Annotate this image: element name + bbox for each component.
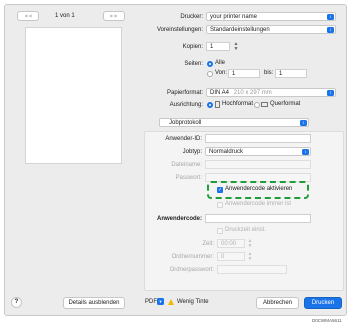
hide-details-button[interactable]: Details ausblenden — [63, 297, 125, 309]
pdf-menu-button[interactable]: ▾ — [157, 298, 164, 305]
presets-value: Standardeinstellungen — [210, 27, 270, 33]
job-type-value: Normaldruck — [209, 149, 244, 155]
cancel-button[interactable]: Abbrechen — [256, 297, 299, 309]
folder-number-label: Ordnernummer: — [171, 254, 214, 260]
chevron-updown-icon: ↕ — [327, 90, 334, 96]
landscape-icon — [261, 102, 268, 107]
chevron-updown-icon: ↕ — [302, 149, 309, 155]
time-stepper[interactable]: ▲ ▼ — [247, 239, 253, 249]
time-input[interactable]: 00:00 — [217, 239, 245, 248]
pages-to-input[interactable]: 1 — [275, 69, 307, 78]
figure-code: D0CWMA5611 — [312, 318, 342, 323]
orientation-portrait-radio[interactable] — [207, 102, 213, 108]
printer-label: Drucker: — [180, 14, 203, 20]
copies-label: Kopien: — [182, 44, 203, 50]
presets-select[interactable]: Standardeinstellungen ↕ — [206, 25, 336, 34]
pdf-label: PDF — [145, 299, 157, 305]
pages-range-radio[interactable] — [207, 71, 213, 77]
chevron-updown-icon: ↕ — [327, 27, 334, 33]
file-name-label: Dateiname: — [171, 162, 202, 168]
folder-password-input[interactable] — [217, 265, 287, 274]
print-button[interactable]: Drucken — [304, 297, 342, 309]
pages-all-radio[interactable] — [207, 61, 213, 67]
paper-size-dimensions: 210 x 297 mm — [233, 90, 272, 96]
folder-password-label: Ordnerpasswort: — [169, 267, 214, 273]
presets-label: Voreinstellungen: — [156, 27, 203, 33]
printer-value: your printer name — [210, 14, 258, 20]
paper-size-label: Papierformat: — [166, 90, 203, 96]
orientation-landscape-label: Querformat — [270, 101, 301, 107]
user-id-label: Anwender-ID: — [165, 136, 202, 142]
section-value: Jobprotokoll — [169, 120, 202, 126]
copies-input[interactable]: 1 — [206, 42, 230, 51]
folder-number-input[interactable]: 0 — [217, 252, 245, 261]
enable-user-code-label: Anwendercode aktivieren — [225, 186, 293, 192]
pages-label: Seiten: — [184, 61, 203, 67]
previous-page-button[interactable]: ◀ ◀ — [17, 11, 39, 21]
help-button[interactable]: ? — [11, 297, 22, 308]
folder-number-stepper[interactable]: ▲ ▼ — [247, 252, 253, 262]
copies-stepper[interactable]: ▲ ▼ — [233, 42, 239, 52]
pages-to-label: bis: — [264, 70, 274, 76]
orientation-landscape-radio[interactable] — [254, 102, 260, 108]
enable-user-code-checkbox[interactable]: ✓ — [217, 187, 223, 193]
next-page-button[interactable]: ▶ ▶ — [103, 11, 125, 21]
job-type-label: Jobtyp: — [182, 149, 202, 155]
always-use-user-code-checkbox[interactable] — [217, 202, 223, 208]
print-time-checkbox[interactable] — [217, 228, 223, 234]
user-id-input[interactable] — [205, 134, 311, 143]
pages-all-label: Alle — [215, 60, 226, 66]
page-preview — [25, 27, 122, 164]
paper-size-value: DIN A4 — [210, 90, 230, 96]
user-code-input[interactable] — [205, 214, 311, 223]
orientation-label: Ausrichtung: — [169, 102, 203, 108]
page-indicator: 1 von 1 — [55, 13, 75, 19]
job-type-select[interactable]: Normaldruck ↕ — [205, 147, 311, 156]
section-select[interactable]: Jobprotokoll ↕ — [159, 118, 309, 127]
paper-size-select[interactable]: DIN A4 210 x 297 mm ↕ — [206, 88, 336, 97]
pages-from-label: Von: — [215, 70, 228, 76]
warning-icon — [168, 299, 174, 305]
orientation-portrait-label: Hochformat — [222, 101, 254, 107]
chevron-updown-icon: ↕ — [300, 120, 307, 126]
time-label: Zeit: — [202, 241, 214, 247]
chevron-updown-icon: ↕ — [327, 14, 334, 20]
printer-select[interactable]: your printer name ↕ — [206, 12, 336, 21]
ink-warning-label: Wenig Tinte — [177, 299, 209, 305]
portrait-icon — [215, 101, 220, 108]
user-code-label: Anwendercode: — [156, 216, 202, 222]
print-time-label: Druckzeit einst. — [225, 227, 267, 233]
pages-from-input[interactable]: 1 — [228, 69, 260, 78]
file-name-input[interactable] — [205, 160, 311, 169]
password-label: Passwort: — [175, 175, 202, 181]
print-dialog: ◀ ◀ 1 von 1 ▶ ▶ Drucker: your printer na… — [4, 4, 347, 316]
always-use-user-code-label: Anwendercode immer ist — [225, 201, 292, 207]
